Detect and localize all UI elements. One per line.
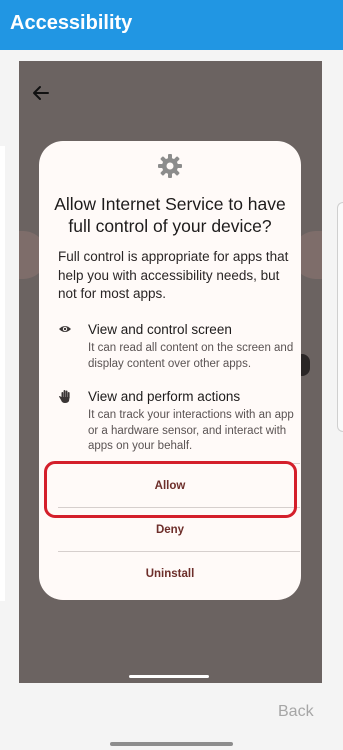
app-bar-title: Accessibility <box>10 12 133 34</box>
uninstall-button[interactable]: Uninstall <box>39 568 301 580</box>
app-bar: Accessibility <box>0 0 343 50</box>
allow-highlight-box <box>44 461 297 518</box>
dialog-body: Full control is appropriate for apps tha… <box>58 249 289 301</box>
permission-description: It can track your interactions with an a… <box>88 409 294 452</box>
eye-icon <box>59 326 71 332</box>
home-indicator <box>129 675 209 678</box>
deny-button[interactable]: Deny <box>39 524 301 536</box>
divider <box>58 551 300 552</box>
permission-title: View and perform actions <box>88 389 241 404</box>
gear-icon <box>158 154 182 178</box>
hand-icon <box>59 390 70 403</box>
left-peek-card <box>0 146 5 601</box>
permission-title: View and control screen <box>88 322 232 337</box>
system-nav-bar[interactable] <box>110 742 233 746</box>
back-arrow-icon[interactable] <box>31 83 51 103</box>
right-peek-card <box>337 202 343 432</box>
back-button[interactable]: Back <box>278 703 314 721</box>
phone-screenshot: Allow Internet Service to have full cont… <box>19 61 322 683</box>
permission-dialog: Allow Internet Service to have full cont… <box>39 141 301 600</box>
dialog-title: Allow Internet Service to have full cont… <box>54 194 286 236</box>
permission-description: It can read all content on the screen an… <box>88 342 294 370</box>
